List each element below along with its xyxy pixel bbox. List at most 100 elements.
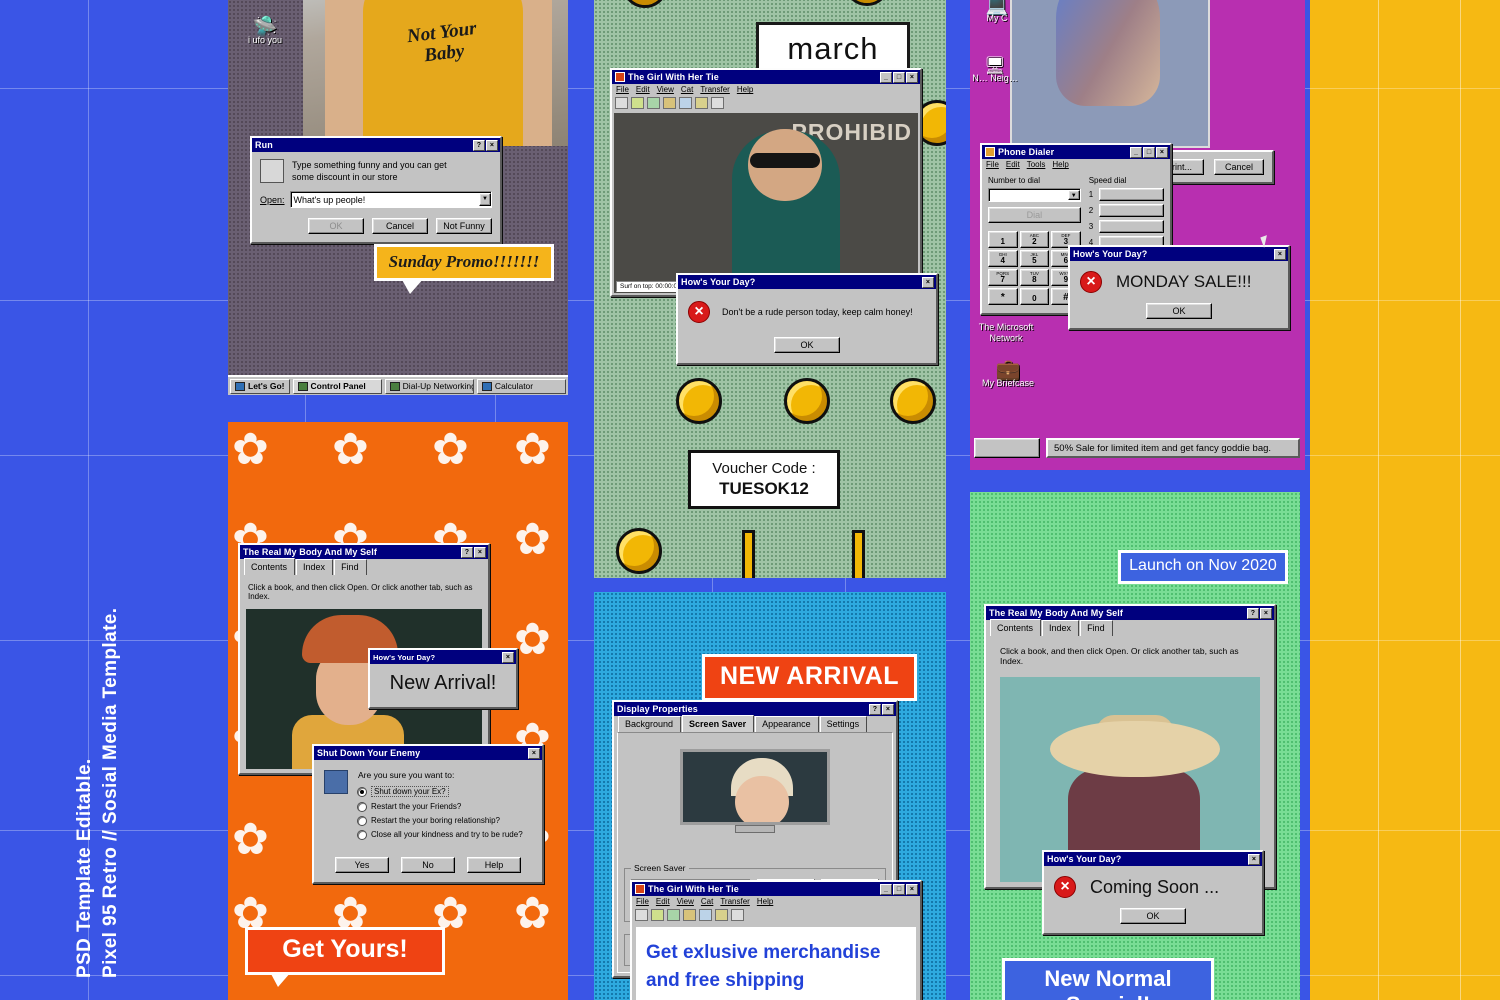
- close-icon[interactable]: ×: [1248, 853, 1260, 865]
- radio-icon[interactable]: [358, 787, 366, 796]
- close-icon[interactable]: ×: [474, 546, 486, 558]
- new-icon[interactable]: [615, 97, 628, 109]
- desktop-icon-my-computer[interactable]: 💻 My C: [970, 0, 1026, 24]
- close-icon[interactable]: ×: [1274, 248, 1286, 260]
- no-button[interactable]: No: [401, 857, 455, 873]
- copy-icon[interactable]: [679, 97, 692, 109]
- help-icon[interactable]: [731, 909, 744, 921]
- menu-item-transfer[interactable]: Transfer: [700, 85, 730, 94]
- dialog-titlebar[interactable]: How's Your Day? ×: [678, 275, 936, 289]
- dial-button[interactable]: Dial: [988, 207, 1081, 223]
- close-icon[interactable]: ×: [486, 139, 498, 151]
- new-icon[interactable]: [635, 909, 648, 921]
- desktop-icon-ufo[interactable]: 🛸 i ufo you: [236, 17, 294, 46]
- help-window-titlebar[interactable]: The Real My Body And My Self ? ×: [240, 545, 488, 559]
- close-icon[interactable]: ×: [1156, 146, 1168, 158]
- close-icon[interactable]: ×: [528, 747, 540, 759]
- key-4[interactable]: GHI 4: [988, 250, 1018, 267]
- menu-item-edit[interactable]: Edit: [656, 897, 670, 906]
- menu-item-cat[interactable]: Cat: [681, 85, 693, 94]
- tab-find[interactable]: Find: [1080, 620, 1113, 636]
- dialog-titlebar[interactable]: How's Your Day? ×: [1044, 852, 1262, 866]
- desktop-icon-network[interactable]: 🖥 N… Neig…: [970, 57, 1024, 84]
- tab-background[interactable]: Background: [618, 716, 682, 732]
- speed-dial-slot[interactable]: [1098, 188, 1164, 201]
- maximize-icon[interactable]: □: [893, 71, 905, 83]
- menu-item-file[interactable]: File: [986, 160, 999, 169]
- phone-dialer-titlebar[interactable]: Phone Dialer _ □ ×: [982, 145, 1170, 159]
- radio-icon[interactable]: [358, 802, 366, 811]
- key-7[interactable]: PQRS 7: [988, 269, 1018, 286]
- help-icon[interactable]: [711, 97, 724, 109]
- ok-button[interactable]: OK: [308, 218, 364, 234]
- run-open-input[interactable]: What's up people!: [294, 195, 366, 205]
- paste-icon[interactable]: [695, 97, 708, 109]
- menu-item-help[interactable]: Help: [1052, 160, 1068, 169]
- close-icon[interactable]: ×: [906, 71, 918, 83]
- chevron-down-icon[interactable]: ▼: [1067, 190, 1080, 200]
- menu-item-view[interactable]: View: [677, 897, 694, 906]
- tab-contents[interactable]: Contents: [990, 619, 1042, 636]
- not-funny-button[interactable]: Not Funny: [436, 218, 492, 234]
- close-icon[interactable]: ×: [502, 651, 514, 663]
- chevron-down-icon[interactable]: ▼: [479, 193, 491, 206]
- taskbar-item-control-panel[interactable]: Control Panel: [292, 378, 382, 394]
- menu-item-help[interactable]: Help: [737, 85, 753, 94]
- tab-settings[interactable]: Settings: [819, 716, 868, 732]
- radio-option-shut-down-ex[interactable]: Shut down your Ex?: [358, 786, 532, 797]
- maximize-icon[interactable]: □: [893, 883, 905, 895]
- key-1[interactable]: 1: [988, 231, 1018, 248]
- get-yours-cta[interactable]: Get Yours!: [245, 927, 445, 987]
- dialog-titlebar[interactable]: How's Your Day? ×: [370, 650, 516, 664]
- menu-item-edit[interactable]: Edit: [1006, 160, 1020, 169]
- tab-screen-saver[interactable]: Screen Saver: [682, 715, 755, 732]
- help-button[interactable]: Help: [467, 857, 521, 873]
- key-star[interactable]: *: [988, 288, 1018, 305]
- media-window-titlebar[interactable]: The Girl With Her Tie _ □ ×: [612, 70, 920, 84]
- cancel-button[interactable]: Cancel: [1214, 159, 1264, 175]
- status-bar-button[interactable]: [974, 438, 1040, 458]
- print-icon[interactable]: [663, 97, 676, 109]
- menu-item-help[interactable]: Help: [757, 897, 773, 906]
- inner-window-titlebar[interactable]: The Girl With Her Tie _ □ ×: [632, 882, 920, 896]
- ok-button[interactable]: OK: [1146, 303, 1212, 319]
- yes-button[interactable]: Yes: [335, 857, 389, 873]
- open-icon[interactable]: [631, 97, 644, 109]
- key-8[interactable]: TUV 8: [1019, 269, 1050, 286]
- dialog-titlebar[interactable]: Shut Down Your Enemy ×: [314, 746, 542, 760]
- close-icon[interactable]: ×: [1260, 607, 1272, 619]
- key-5[interactable]: JKL 5: [1019, 250, 1050, 267]
- desktop-icon-briefcase[interactable]: 💼 My Briefcase: [974, 360, 1042, 389]
- save-icon[interactable]: [667, 909, 680, 921]
- help-button[interactable]: ?: [869, 703, 881, 715]
- paste-icon[interactable]: [715, 909, 728, 921]
- ok-button[interactable]: OK: [774, 337, 840, 353]
- radio-option-restart-friends[interactable]: Restart the your Friends?: [358, 802, 532, 811]
- cancel-button[interactable]: Cancel: [372, 218, 428, 234]
- help-button[interactable]: ?: [1247, 607, 1259, 619]
- minimize-icon[interactable]: _: [880, 71, 892, 83]
- run-dialog-titlebar[interactable]: Run ? ×: [252, 138, 500, 152]
- key-0[interactable]: 0: [1019, 288, 1050, 305]
- ok-button[interactable]: OK: [1120, 908, 1186, 924]
- close-icon[interactable]: ×: [882, 703, 894, 715]
- menu-item-file[interactable]: File: [616, 85, 629, 94]
- menu-item-view[interactable]: View: [657, 85, 674, 94]
- menu-item-edit[interactable]: Edit: [636, 85, 650, 94]
- tab-index[interactable]: Index: [1042, 620, 1080, 636]
- tab-contents[interactable]: Contents: [244, 558, 296, 575]
- tab-index[interactable]: Index: [296, 559, 334, 575]
- tab-appearance[interactable]: Appearance: [755, 716, 819, 732]
- speed-dial-slot[interactable]: [1098, 220, 1164, 233]
- close-icon[interactable]: ×: [922, 276, 934, 288]
- desktop-icon-msn[interactable]: The Microsoft Network: [972, 322, 1040, 344]
- taskbar-item-dialup[interactable]: Dial-Up Networking: [384, 378, 474, 394]
- open-icon[interactable]: [651, 909, 664, 921]
- key-2[interactable]: ABC 2: [1019, 231, 1050, 248]
- menu-item-cat[interactable]: Cat: [701, 897, 713, 906]
- display-properties-titlebar[interactable]: Display Properties ? ×: [614, 702, 896, 716]
- copy-icon[interactable]: [699, 909, 712, 921]
- menu-item-tools[interactable]: Tools: [1027, 160, 1046, 169]
- help-window-titlebar[interactable]: The Real My Body And My Self ? ×: [986, 606, 1274, 620]
- start-button[interactable]: Let's Go!: [230, 378, 290, 394]
